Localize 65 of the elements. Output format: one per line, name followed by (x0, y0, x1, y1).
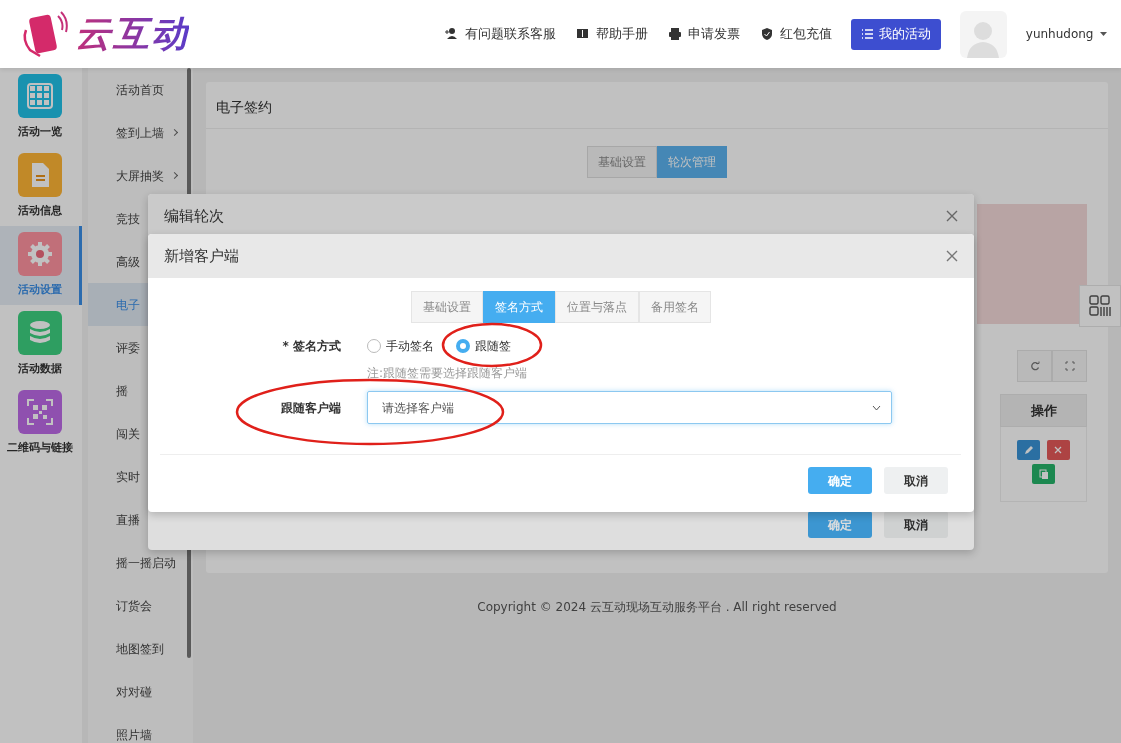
rail-item[interactable]: 二维码与链接 (0, 384, 82, 463)
rail-label: 活动数据 (17, 361, 62, 378)
list-icon (860, 28, 873, 40)
settings-icon (25, 240, 54, 269)
my-activity-button[interactable]: 我的活动 (850, 18, 941, 50)
radio-label: 跟随签 (475, 338, 511, 355)
qr-code-icon (25, 398, 54, 427)
refresh-icon (1029, 361, 1040, 371)
radio-option[interactable]: 手动签名 (367, 337, 434, 355)
hint-text: 注:跟随签需要选择跟随客户端 (367, 365, 529, 382)
radio-button[interactable] (367, 339, 381, 353)
header-link[interactable]: 帮助手册 (574, 24, 648, 44)
close-icon (1054, 446, 1063, 454)
cancel-button[interactable]: 取消 (884, 511, 948, 538)
radio-button[interactable] (456, 339, 470, 353)
caret-icon (1100, 32, 1107, 36)
close-icon (946, 210, 958, 222)
fullscreen-icon (1064, 361, 1075, 371)
copy-icon (1038, 469, 1049, 479)
user-menu[interactable]: yunhudong (1025, 25, 1107, 43)
rail-label: 活动一览 (17, 124, 62, 141)
header-link[interactable]: 有问题联系客服 (443, 24, 556, 44)
rail-item[interactable]: 活动信息 (0, 147, 82, 226)
field-label: 跟随客户端 (280, 399, 342, 417)
radio-label: 手动签名 (386, 338, 434, 355)
table-header-cell: 操作 (1000, 394, 1087, 427)
submenu-item[interactable]: 对对碰 (88, 670, 193, 713)
chevron-down-icon (872, 404, 881, 411)
submenu-item[interactable]: 活动首页 (88, 68, 193, 111)
tab[interactable]: 基础设置 (411, 291, 483, 323)
field-label: * 签名方式 (281, 338, 342, 355)
grid-icon (25, 82, 54, 111)
submenu-item[interactable]: 大屏抽奖 (88, 154, 193, 197)
close-icon (946, 250, 958, 262)
dialog-title: 新增客户端 (164, 245, 239, 267)
tab[interactable]: 位置与落点 (555, 291, 639, 323)
copy-button[interactable] (1032, 464, 1055, 484)
pencil-icon (1023, 445, 1034, 455)
delete-button[interactable] (1046, 440, 1070, 460)
refresh-button[interactable] (1017, 350, 1052, 382)
select-field[interactable]: 请选择客户端 (367, 391, 892, 424)
close-button[interactable] (946, 250, 958, 262)
header-link[interactable]: 申请发票 (666, 24, 740, 44)
submenu-item[interactable]: 地图签到 (88, 627, 193, 670)
layout-button[interactable] (1079, 285, 1121, 327)
rail-label: 二维码与链接 (6, 440, 73, 457)
fullscreen-button[interactable] (1052, 350, 1087, 382)
submenu-item[interactable]: 签到上墙 (88, 111, 193, 154)
close-button[interactable] (946, 210, 958, 222)
rail-item[interactable]: 活动数据 (0, 305, 82, 384)
dialog-title: 编辑轮次 (164, 205, 224, 227)
printer-icon (666, 26, 683, 42)
layout-grid-icon (1089, 295, 1111, 317)
submenu-item[interactable]: 订货会 (88, 584, 193, 627)
header-link[interactable]: 红包充值 (758, 24, 832, 44)
submenu-item[interactable]: 照片墙 (88, 713, 193, 743)
rail-label: 活动信息 (17, 203, 62, 220)
cancel-button[interactable]: 取消 (884, 467, 948, 494)
card-title: 电子签约 (206, 82, 1108, 129)
rail-item[interactable]: 活动一览 (0, 68, 82, 147)
rail-label: 活动设置 (17, 282, 62, 299)
placeholder-text: 请选择客户端 (382, 399, 454, 417)
edit-button[interactable] (1017, 440, 1041, 460)
submenu-item[interactable]: 摇一摇启动 (88, 541, 193, 584)
footer-text: Copyright © 2024 云互动现场互动服务平台 . All right reserved (476, 599, 838, 616)
